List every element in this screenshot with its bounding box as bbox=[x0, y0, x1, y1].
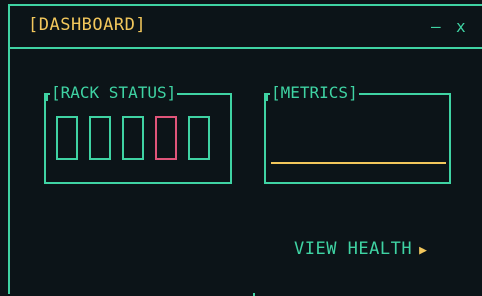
minimize-button[interactable]: — bbox=[431, 17, 441, 36]
rack-unit-2[interactable] bbox=[89, 116, 111, 160]
view-health-button[interactable]: VIEW HEALTH ▶ bbox=[294, 239, 427, 259]
rack-unit-3[interactable] bbox=[122, 116, 144, 160]
title-bar: [DASHBOARD] — x bbox=[10, 6, 482, 49]
rack-unit-4-alert[interactable] bbox=[155, 116, 177, 160]
panel-corner-tick bbox=[264, 93, 268, 101]
dashboard-window: [DASHBOARD] — x [RACK STATUS] [METRICS] … bbox=[8, 4, 482, 296]
metric-trend-line bbox=[271, 162, 446, 164]
rack-status-label: [RACK STATUS] bbox=[50, 83, 178, 102]
play-arrow-icon: ▶ bbox=[419, 243, 428, 258]
metrics-label: [METRICS] bbox=[270, 83, 359, 102]
rack-status-panel: [RACK STATUS] bbox=[44, 84, 232, 184]
panel-corner-tick bbox=[44, 93, 48, 101]
view-health-label: VIEW HEALTH bbox=[294, 239, 413, 259]
rack-list bbox=[56, 116, 221, 160]
metrics-panel: [METRICS] bbox=[264, 84, 451, 184]
rack-unit-5[interactable] bbox=[188, 116, 210, 160]
window-title: [DASHBOARD] bbox=[28, 15, 147, 35]
rack-unit-1[interactable] bbox=[56, 116, 78, 160]
close-button[interactable]: x bbox=[456, 17, 466, 36]
